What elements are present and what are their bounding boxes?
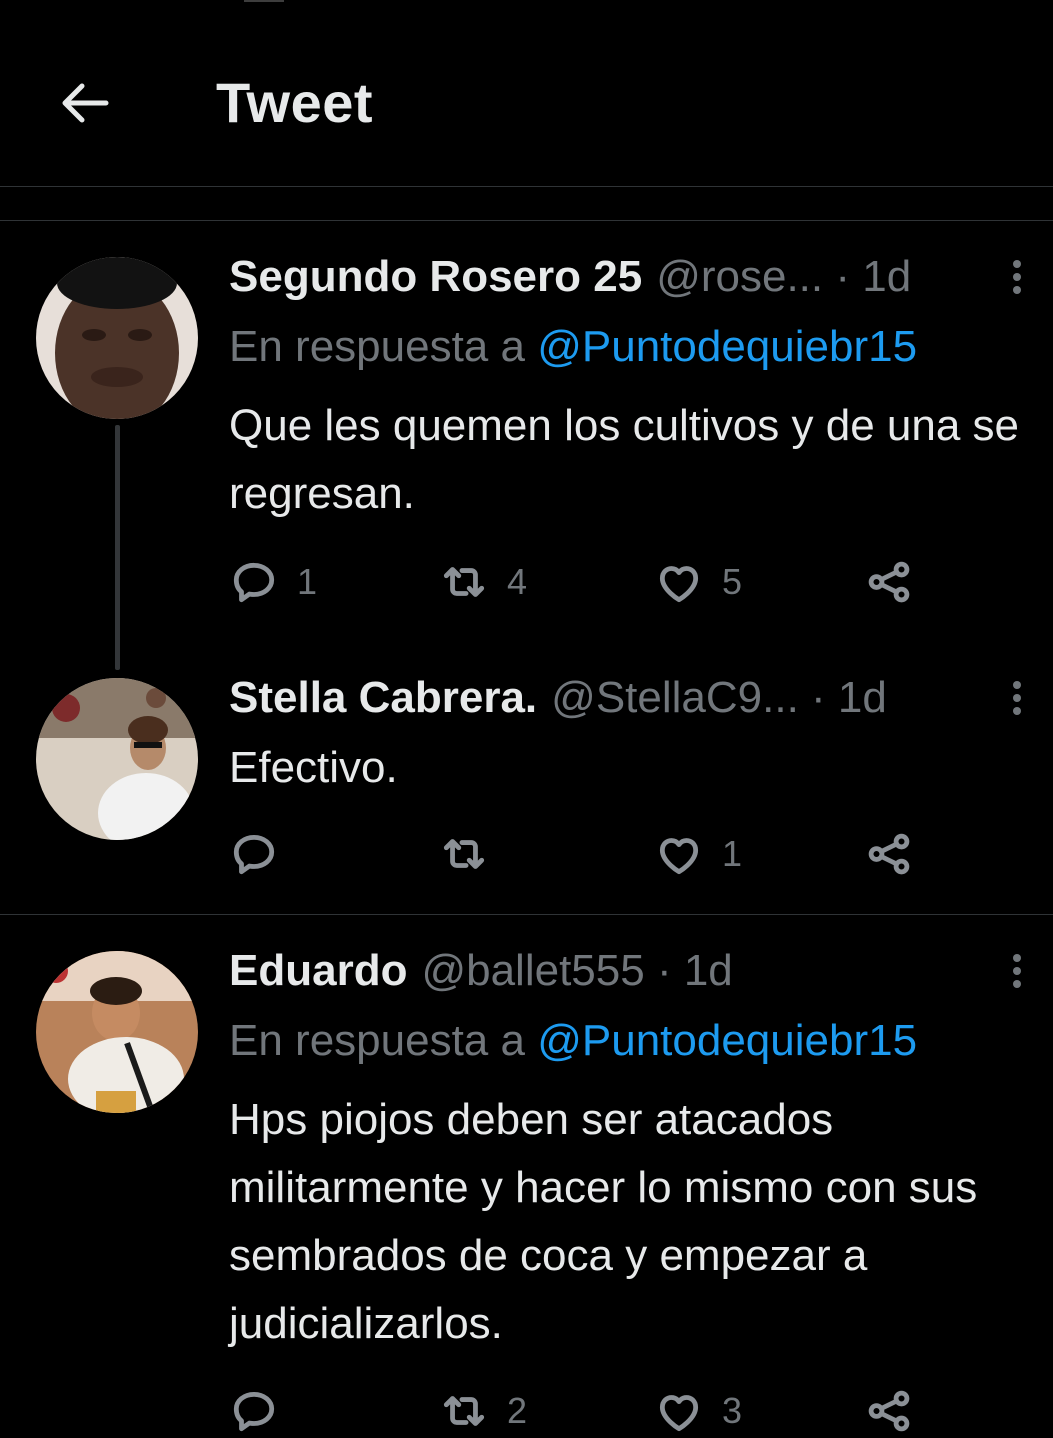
more-icon[interactable] xyxy=(1005,254,1029,300)
retweet-count: 2 xyxy=(507,1390,528,1431)
retweet-button[interactable] xyxy=(439,827,507,881)
mention-link[interactable]: @Puntodequiebr15 xyxy=(537,322,917,371)
reply-button[interactable]: 1 xyxy=(229,555,317,609)
reply-context: En respuesta a @Puntodequiebr15 xyxy=(229,320,917,374)
reply-icon xyxy=(233,562,275,603)
reply-button[interactable] xyxy=(229,827,297,881)
author-handle[interactable]: @rose... xyxy=(656,252,823,301)
retweet-count: 4 xyxy=(507,561,528,602)
back-button[interactable] xyxy=(52,70,118,136)
like-icon xyxy=(659,1395,699,1432)
share-icon xyxy=(868,1390,910,1432)
divider xyxy=(0,220,1053,221)
retweet-button[interactable]: 2 xyxy=(439,1384,527,1438)
tweet-header: Segundo Rosero 25 @rose... · 1d xyxy=(229,250,1029,304)
divider xyxy=(0,914,1053,915)
like-count: 3 xyxy=(722,1390,743,1431)
more-icon[interactable] xyxy=(1005,675,1029,721)
retweet-icon xyxy=(443,839,485,869)
tweet-actions: 1 xyxy=(229,827,929,881)
tweet-time: · 1d xyxy=(835,252,912,301)
retweet-icon xyxy=(443,567,485,597)
like-button[interactable]: 1 xyxy=(654,827,742,881)
page-title: Tweet xyxy=(216,71,374,134)
share-icon xyxy=(868,561,910,603)
tweet-header: Stella Cabrera. @StellaC9... · 1d xyxy=(229,671,1029,725)
thread-connector xyxy=(115,425,120,670)
tweet-actions: 1 4 5 xyxy=(229,555,929,609)
mention-link[interactable]: @Puntodequiebr15 xyxy=(537,1016,917,1065)
share-button[interactable] xyxy=(864,827,914,881)
reply-button[interactable] xyxy=(229,1384,297,1438)
tweet-text: Que les quemen los cultivos y de una se … xyxy=(229,401,1020,518)
tweet-time: · 1d xyxy=(656,946,733,995)
reply-icon xyxy=(233,1391,275,1432)
like-icon xyxy=(659,566,699,603)
reply-icon xyxy=(233,834,275,875)
like-icon xyxy=(659,838,699,875)
status-bar-fragment xyxy=(244,0,284,8)
reply-prefix: En respuesta a xyxy=(229,1016,525,1065)
share-icon xyxy=(868,833,910,875)
author-handle[interactable]: @ballet555 xyxy=(421,946,644,995)
share-button[interactable] xyxy=(864,555,914,609)
top-app-bar: Tweet xyxy=(0,0,1053,187)
avatar[interactable] xyxy=(36,951,198,1113)
avatar[interactable] xyxy=(36,257,198,419)
share-button[interactable] xyxy=(864,1384,914,1438)
arrow-left-icon xyxy=(62,83,109,123)
like-count: 5 xyxy=(722,561,743,602)
tweet-time: · 1d xyxy=(811,673,887,722)
reply-count: 1 xyxy=(297,561,318,602)
author-name[interactable]: Eduardo xyxy=(229,946,407,995)
author-name[interactable]: Stella Cabrera. xyxy=(229,673,537,722)
tweet-actions: 2 3 xyxy=(229,1384,929,1438)
more-icon[interactable] xyxy=(1005,948,1029,994)
retweet-icon xyxy=(443,1396,485,1426)
reply-context: En respuesta a @Puntodequiebr15 xyxy=(229,1014,917,1068)
tweet-header: Eduardo @ballet555 · 1d xyxy=(229,944,1029,998)
retweet-button[interactable]: 4 xyxy=(439,555,527,609)
author-handle[interactable]: @StellaC9... xyxy=(551,673,799,722)
reply-prefix: En respuesta a xyxy=(229,322,525,371)
avatar[interactable] xyxy=(36,678,198,840)
like-button[interactable]: 3 xyxy=(654,1384,742,1438)
like-button[interactable]: 5 xyxy=(654,555,742,609)
author-name[interactable]: Segundo Rosero 25 xyxy=(229,252,642,301)
like-count: 1 xyxy=(722,833,743,874)
tweet-text: Hps piojos deben ser atacados militarmen… xyxy=(229,1095,978,1348)
tweet-text: Efectivo. xyxy=(229,743,398,792)
